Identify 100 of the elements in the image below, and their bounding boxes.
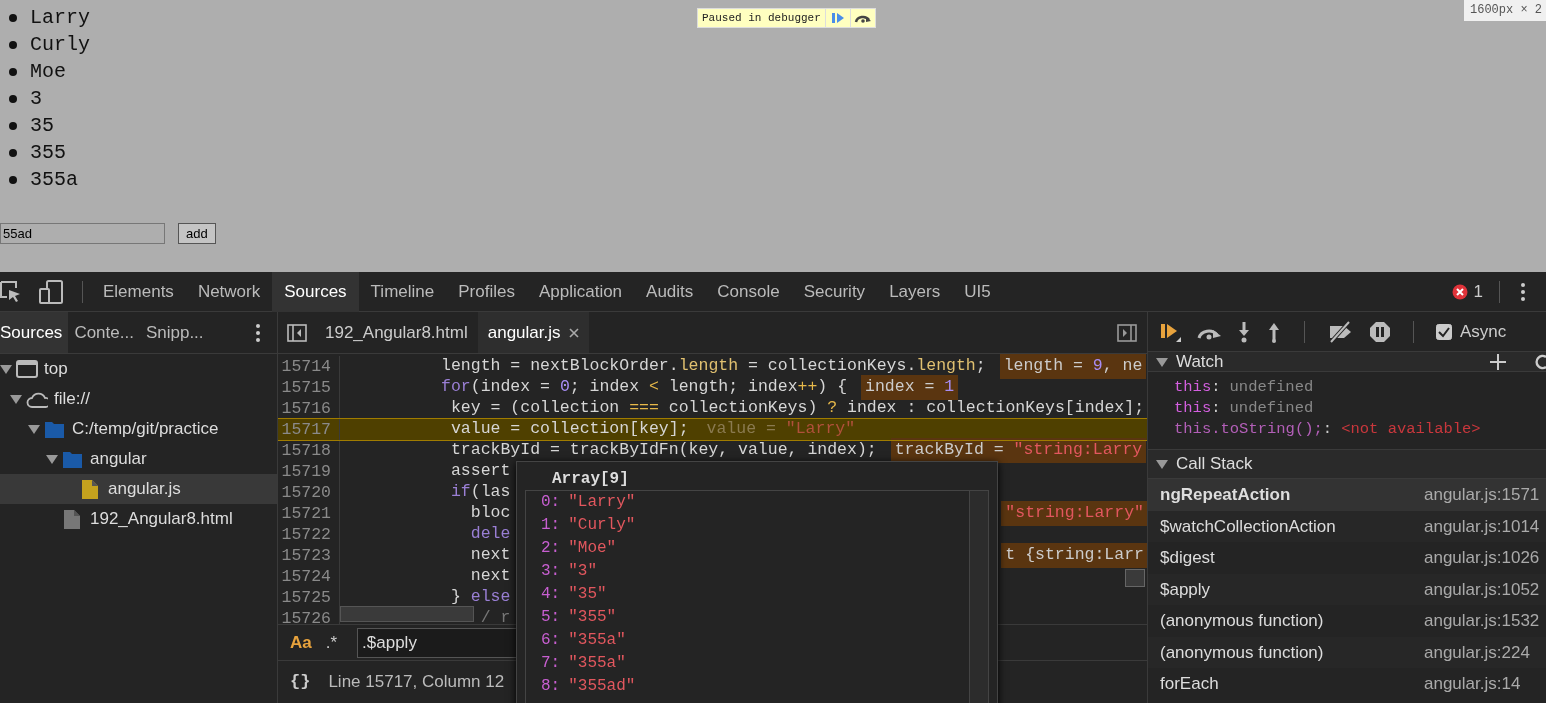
line-number: 15724 (278, 566, 340, 587)
code-line: next (470, 565, 511, 588)
tree-label: angular.js (108, 478, 181, 501)
scrollbar-thumb[interactable] (1125, 569, 1145, 587)
close-icon[interactable] (568, 327, 579, 338)
panel-tab[interactable]: Audits (634, 271, 706, 312)
expanded-arrow-icon[interactable] (10, 393, 22, 405)
line-number: 15719 (278, 461, 340, 482)
refresh-icon[interactable] (1534, 353, 1546, 370)
scrollbar-thumb[interactable] (969, 491, 988, 703)
error-count: 1 (1473, 280, 1483, 303)
code-line: for(index = 0; index < length; index++) { (441, 376, 848, 399)
step-into-icon[interactable] (1236, 320, 1252, 343)
sidebar-toggle-icon[interactable] (1117, 323, 1137, 342)
more-icon[interactable] (1520, 281, 1526, 302)
section-title: Call Stack (1176, 453, 1253, 476)
panel-tab[interactable]: Elements (91, 271, 186, 312)
tree-label: C:/temp/git/practice (72, 418, 219, 441)
call-frame[interactable]: (anonymous function) angular.js:1532 (1148, 605, 1546, 637)
call-frame[interactable]: $digest angular.js:1026 (1148, 542, 1546, 574)
checked-checkbox-icon[interactable] (1436, 323, 1452, 340)
array-entry: 5: "355" (540, 607, 618, 628)
list-item: Larry (30, 4, 90, 31)
array-entry: 8: "355ad" (540, 676, 637, 697)
expanded-arrow-icon[interactable] (1156, 458, 1168, 470)
code-line: value = collection[key]; (450, 418, 689, 441)
add-icon[interactable] (1490, 353, 1506, 370)
navigator-toggle-icon[interactable] (287, 323, 307, 342)
call-frame[interactable]: ngRepeatAction angular.js:1571 (1148, 479, 1546, 511)
list-item: Curly (30, 31, 90, 58)
regex-toggle[interactable]: .* (325, 629, 338, 656)
text-input[interactable]: 55ad (0, 223, 165, 244)
tree-label: angular (90, 448, 147, 471)
bullet-icon (9, 175, 17, 184)
panel-tab[interactable]: Sources (272, 271, 359, 312)
more-icon[interactable] (255, 322, 261, 343)
file-tab[interactable]: angular.js (477, 312, 589, 353)
bullet-icon (9, 148, 17, 157)
inline-value: t {string:Larr (1001, 543, 1147, 568)
error-icon[interactable] (1451, 283, 1468, 300)
inspect-icon[interactable] (0, 280, 22, 303)
array-entry: 3: "3" (540, 561, 598, 582)
scrollbar-thumb[interactable] (340, 606, 474, 622)
panel-tab[interactable]: Timeline (358, 271, 447, 312)
inline-value: length = 9, ne (999, 354, 1147, 379)
array-entry: 4: "35" (540, 584, 608, 605)
expanded-arrow-icon[interactable] (1156, 355, 1168, 368)
list-item: 355a (30, 166, 78, 193)
file-tab[interactable]: 192_Angular8.html (315, 312, 478, 353)
size-badge: 1600px × 2 (1464, 0, 1546, 21)
panel-tab[interactable]: Layers (877, 271, 953, 312)
panel-tab[interactable]: Console (705, 271, 792, 312)
tree-item[interactable]: top (0, 354, 277, 384)
line-number: 15722 (278, 524, 340, 545)
array-entry: 2: "Moe" (540, 538, 618, 559)
popover-title: Array[9] (552, 469, 629, 490)
line-number: 15721 (278, 503, 340, 524)
pretty-print-button[interactable]: {} (290, 668, 311, 695)
navigator-tab[interactable]: Conte... (68, 312, 140, 353)
call-frame[interactable]: forEach angular.js:14 (1148, 668, 1546, 700)
line-number: 15715 (278, 377, 340, 398)
array-entry: 1: "Curly" (540, 515, 637, 536)
panel-tab[interactable]: UI5 (952, 271, 1003, 312)
line-number: 15723 (278, 545, 340, 566)
tree-item[interactable]: angular (0, 444, 277, 474)
folder-icon (44, 419, 66, 439)
code-line: } else (450, 586, 511, 609)
resume-icon[interactable] (830, 12, 845, 24)
code-line: trackById = trackByIdFn(key, value, index); (450, 439, 877, 462)
tree-item[interactable]: file:// (0, 384, 277, 414)
tree-label: file:// (54, 388, 90, 411)
watch-expression: this: undefined (1173, 398, 1315, 418)
navigator-tab[interactable]: Snipp... (139, 312, 210, 353)
watch-expression: this: undefined (1173, 377, 1315, 397)
panel-tab[interactable]: Network (185, 271, 273, 312)
match-case-toggle[interactable]: Aa (290, 629, 312, 656)
pause-on-exceptions-icon[interactable] (1369, 320, 1391, 343)
tree-item[interactable]: C:/temp/git/practice (0, 414, 277, 444)
expanded-arrow-icon[interactable] (28, 423, 40, 435)
line-number: 15714 (278, 356, 340, 377)
step-over-icon[interactable] (853, 13, 872, 23)
expanded-arrow-icon[interactable] (0, 363, 12, 375)
tree-item[interactable]: angular.js (0, 474, 277, 504)
code-line: / r (480, 607, 511, 624)
navigator-tab[interactable]: Sources (0, 312, 69, 353)
array-entry: 0: "Larry" (540, 492, 637, 513)
tree-item[interactable]: 192_Angular8.html (0, 504, 277, 534)
folder-icon (62, 449, 84, 469)
code-line: dele (470, 523, 511, 546)
expanded-arrow-icon[interactable] (46, 453, 58, 465)
panel-tab[interactable]: Security (791, 271, 878, 312)
code-line: bloc (470, 502, 511, 525)
line-number: 15720 (278, 482, 340, 503)
add-button[interactable]: add (178, 223, 216, 244)
panel-tab[interactable]: Application (526, 271, 635, 312)
panel-tab[interactable]: Profiles (446, 271, 527, 312)
bullet-icon (9, 13, 17, 22)
line-number: 15717 (278, 419, 340, 440)
device-icon[interactable] (38, 279, 64, 304)
inline-value: "string:Larry" (1001, 501, 1147, 526)
